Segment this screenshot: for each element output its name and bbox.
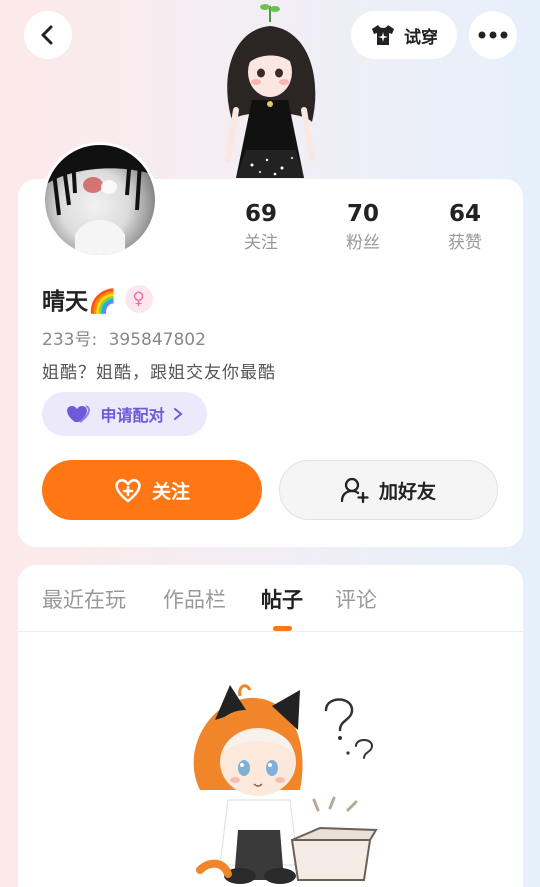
stat-label: 获赞 <box>448 233 482 253</box>
avatar[interactable] <box>42 142 158 258</box>
user-id-label: 233号: <box>42 330 98 350</box>
stat-followers[interactable]: 70 粉丝 <box>323 198 403 256</box>
apply-pair-button[interactable]: 申请配对 <box>42 392 207 436</box>
tab-posts[interactable]: 帖子 <box>261 584 303 614</box>
user-id: 233号: 395847802 <box>42 325 206 350</box>
stat-value: 70 <box>346 201 379 227</box>
heart-plus-icon <box>115 479 141 503</box>
avatar-figure[interactable] <box>212 0 330 182</box>
female-icon: ♀ <box>124 285 153 313</box>
follow-label: 关注 <box>151 480 190 503</box>
tab-divider <box>18 631 523 632</box>
stat-value: 64 <box>448 201 481 227</box>
stat-following[interactable]: 69 关注 <box>221 198 301 256</box>
try-on-button[interactable]: 试穿 <box>351 11 457 59</box>
more-button[interactable] <box>469 11 517 59</box>
add-user-icon <box>340 477 369 503</box>
empty-state-illustration <box>180 680 380 887</box>
stat-label: 关注 <box>244 233 278 253</box>
pair-heart-icon <box>67 405 91 423</box>
chevron-left-icon <box>41 25 53 45</box>
more-dots-icon <box>478 31 508 39</box>
add-friend-label: 加好友 <box>378 480 436 503</box>
shirt-sparkle-icon <box>372 25 394 45</box>
tab-works[interactable]: 作品栏 <box>163 584 226 614</box>
stat-label: 粉丝 <box>346 233 380 253</box>
stat-likes[interactable]: 64 获赞 <box>425 198 505 256</box>
user-bio: 姐酷？姐酷，跟姐交友你最酷 <box>42 363 276 383</box>
apply-pair-label: 申请配对 <box>100 406 165 425</box>
stat-value: 69 <box>244 201 277 227</box>
add-friend-button[interactable]: 加好友 <box>279 460 498 520</box>
tab-recently-played[interactable]: 最近在玩 <box>42 584 126 614</box>
try-on-label: 试穿 <box>404 27 438 48</box>
user-id-value: 395847802 <box>108 330 206 350</box>
chevron-right-icon <box>173 408 183 420</box>
name-row: 晴天🌈 ♀ <box>42 282 153 316</box>
back-button[interactable] <box>24 11 72 59</box>
follow-button[interactable]: 关注 <box>42 460 262 520</box>
tab-comments[interactable]: 评论 <box>335 584 377 614</box>
user-name: 晴天🌈 <box>42 289 117 315</box>
